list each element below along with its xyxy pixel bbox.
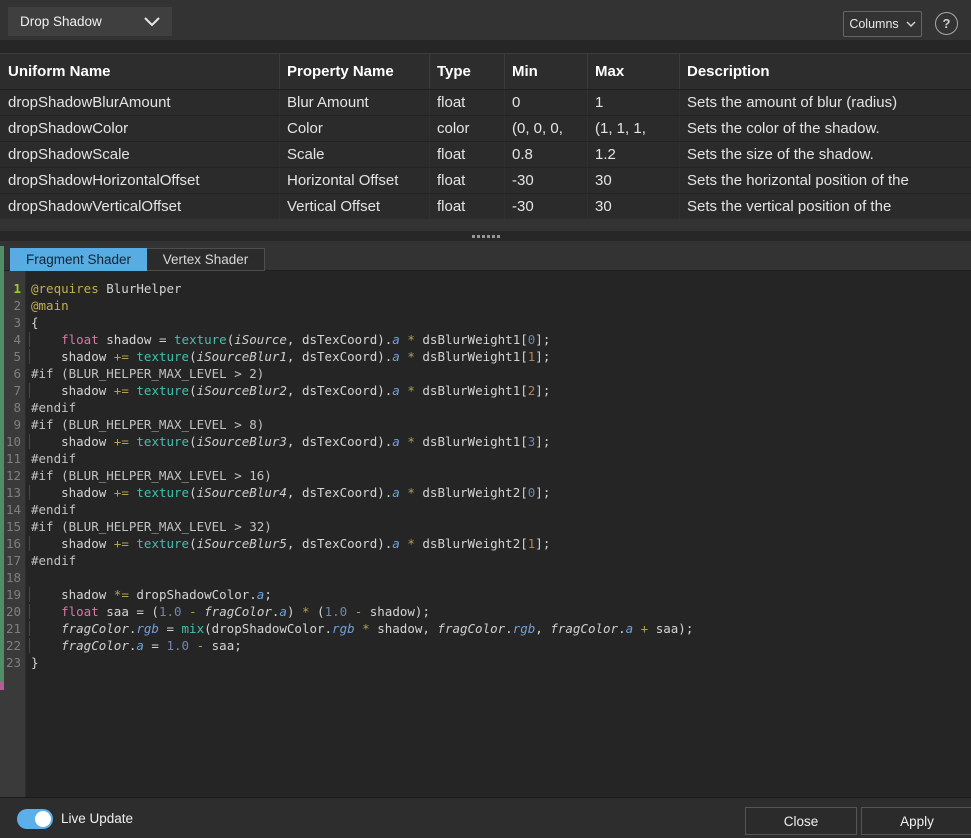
column-header-property-name: Property Name bbox=[280, 54, 430, 89]
code-line: 3{ bbox=[0, 314, 971, 331]
table-bottom-spacer bbox=[0, 219, 971, 231]
toggle-knob bbox=[35, 811, 51, 827]
code-line: 1@requires BlurHelper bbox=[0, 280, 971, 297]
table-row[interactable]: dropShadowVerticalOffsetVertical Offsetf… bbox=[0, 194, 971, 220]
code-line: 6#if (BLUR_HELPER_MAX_LEVEL > 2) bbox=[0, 365, 971, 382]
effect-selector-value: Drop Shadow bbox=[20, 14, 102, 29]
table-cell: dropShadowBlurAmount bbox=[0, 90, 280, 115]
table-cell: 30 bbox=[588, 194, 680, 219]
code-lines: 1@requires BlurHelper2@main3{4 float sha… bbox=[0, 280, 971, 671]
table-cell: 1.2 bbox=[588, 142, 680, 167]
table-cell: -30 bbox=[505, 168, 588, 193]
code-line: 10 shadow += texture(iSourceBlur3, dsTex… bbox=[0, 433, 971, 450]
column-header-max: Max bbox=[588, 54, 680, 89]
columns-button-label: Columns bbox=[849, 17, 898, 31]
table-row[interactable]: dropShadowHorizontalOffsetHorizontal Off… bbox=[0, 168, 971, 194]
editor-left-indicator-bar bbox=[0, 246, 4, 682]
table-cell: Color bbox=[280, 116, 430, 141]
table-cell: dropShadowVerticalOffset bbox=[0, 194, 280, 219]
table-cell: float bbox=[430, 168, 505, 193]
splitter-handle[interactable] bbox=[0, 231, 971, 241]
table-row[interactable]: dropShadowScaleScalefloat0.81.2Sets the … bbox=[0, 142, 971, 168]
code-line: 12#if (BLUR_HELPER_MAX_LEVEL > 16) bbox=[0, 467, 971, 484]
code-line: 20 float saa = (1.0 - fragColor.a) * (1.… bbox=[0, 603, 971, 620]
tab-fragment-shader[interactable]: Fragment Shader bbox=[10, 248, 147, 271]
table-cell: Horizontal Offset bbox=[280, 168, 430, 193]
table-cell: (0, 0, 0, bbox=[505, 116, 588, 141]
column-header-uniform-name: Uniform Name bbox=[0, 54, 280, 89]
code-line: 2@main bbox=[0, 297, 971, 314]
close-button[interactable]: Close bbox=[745, 807, 857, 835]
table-row[interactable]: dropShadowBlurAmountBlur Amountfloat01Se… bbox=[0, 90, 971, 116]
table-cell: Sets the size of the shadow. bbox=[680, 142, 971, 167]
table-cell: float bbox=[430, 142, 505, 167]
tab-vertex-shader[interactable]: Vertex Shader bbox=[147, 248, 265, 271]
splitter-grip-icon bbox=[472, 235, 500, 238]
column-header-min: Min bbox=[505, 54, 588, 89]
table-cell: 0 bbox=[505, 90, 588, 115]
code-editor[interactable]: 1@requires BlurHelper2@main3{4 float sha… bbox=[0, 271, 971, 797]
columns-button[interactable]: Columns bbox=[843, 11, 922, 37]
code-line: 19 shadow *= dropShadowColor.a; bbox=[0, 586, 971, 603]
editor-left-indicator-tip bbox=[0, 682, 4, 690]
table-cell: Blur Amount bbox=[280, 90, 430, 115]
shader-effect-window: Drop Shadow Columns ? Uniform Name Prope… bbox=[0, 0, 971, 838]
table-cell: dropShadowScale bbox=[0, 142, 280, 167]
code-line: 14#endif bbox=[0, 501, 971, 518]
table-row[interactable]: dropShadowColorColorcolor(0, 0, 0,(1, 1,… bbox=[0, 116, 971, 142]
apply-button[interactable]: Apply bbox=[861, 807, 971, 835]
toolbar: Drop Shadow Columns ? bbox=[0, 0, 971, 40]
chevron-down-icon bbox=[906, 21, 916, 27]
code-line: 21 fragColor.rgb = mix(dropShadowColor.r… bbox=[0, 620, 971, 637]
code-line: 11#endif bbox=[0, 450, 971, 467]
code-line: 18 bbox=[0, 569, 971, 586]
effect-selector-dropdown[interactable]: Drop Shadow bbox=[8, 7, 172, 36]
table-cell: Sets the vertical position of the bbox=[680, 194, 971, 219]
table-cell: (1, 1, 1, bbox=[588, 116, 680, 141]
code-line: 17#endif bbox=[0, 552, 971, 569]
code-line: 9#if (BLUR_HELPER_MAX_LEVEL > 8) bbox=[0, 416, 971, 433]
code-line: 16 shadow += texture(iSourceBlur5, dsTex… bbox=[0, 535, 971, 552]
help-icon: ? bbox=[943, 16, 951, 31]
table-cell: Scale bbox=[280, 142, 430, 167]
table-cell: 1 bbox=[588, 90, 680, 115]
code-line: 23} bbox=[0, 654, 971, 671]
code-line: 4 float shadow = texture(iSource, dsTexC… bbox=[0, 331, 971, 348]
table-cell: color bbox=[430, 116, 505, 141]
code-line: 7 shadow += texture(iSourceBlur2, dsTexC… bbox=[0, 382, 971, 399]
table-cell: Sets the color of the shadow. bbox=[680, 116, 971, 141]
table-cell: Sets the amount of blur (radius) bbox=[680, 90, 971, 115]
uniforms-table: Uniform Name Property Name Type Min Max … bbox=[0, 53, 971, 220]
table-cell: dropShadowHorizontalOffset bbox=[0, 168, 280, 193]
column-header-description: Description bbox=[680, 54, 971, 89]
live-update-toggle[interactable] bbox=[17, 809, 53, 829]
table-cell: 0.8 bbox=[505, 142, 588, 167]
code-line: 8#endif bbox=[0, 399, 971, 416]
uniforms-table-header: Uniform Name Property Name Type Min Max … bbox=[0, 54, 971, 90]
table-cell: float bbox=[430, 194, 505, 219]
table-cell: Vertical Offset bbox=[280, 194, 430, 219]
column-header-type: Type bbox=[430, 54, 505, 89]
table-cell: 30 bbox=[588, 168, 680, 193]
code-line: 5 shadow += texture(iSourceBlur1, dsTexC… bbox=[0, 348, 971, 365]
table-cell: -30 bbox=[505, 194, 588, 219]
shader-tab-bar: Fragment Shader Vertex Shader bbox=[0, 241, 971, 271]
code-line: 15#if (BLUR_HELPER_MAX_LEVEL > 32) bbox=[0, 518, 971, 535]
help-button[interactable]: ? bbox=[935, 12, 958, 35]
code-line: 22 fragColor.a = 1.0 - saa; bbox=[0, 637, 971, 654]
footer-bar: Live Update Close Apply bbox=[0, 797, 971, 838]
chevron-down-icon bbox=[144, 17, 160, 26]
table-cell: Sets the horizontal position of the bbox=[680, 168, 971, 193]
table-cell: dropShadowColor bbox=[0, 116, 280, 141]
table-cell: float bbox=[430, 90, 505, 115]
code-line: 13 shadow += texture(iSourceBlur4, dsTex… bbox=[0, 484, 971, 501]
uniform-table-body: dropShadowBlurAmountBlur Amountfloat01Se… bbox=[0, 90, 971, 220]
live-update-label: Live Update bbox=[61, 811, 133, 826]
